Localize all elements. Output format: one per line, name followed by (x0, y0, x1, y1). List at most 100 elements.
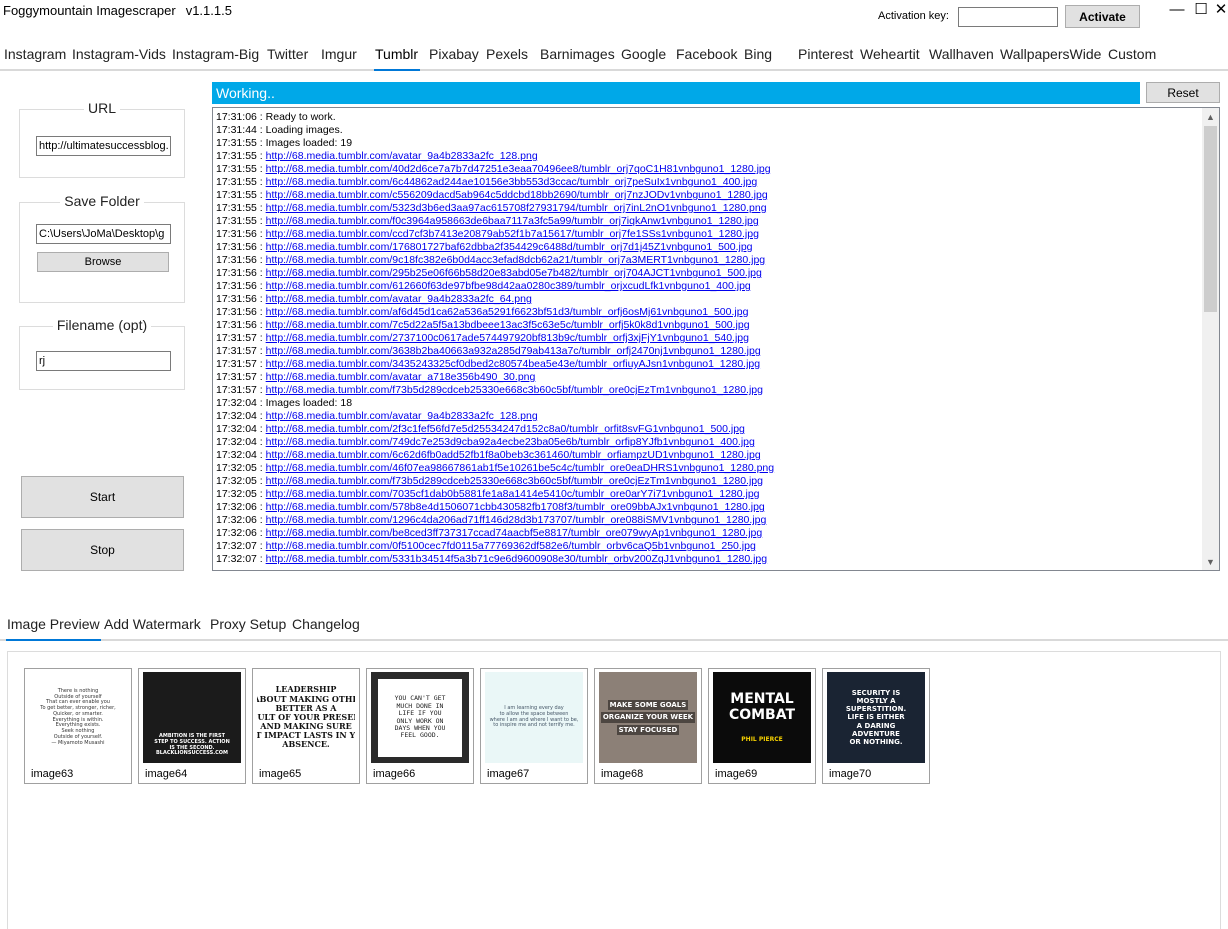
tab-changelog[interactable]: Changelog (292, 616, 360, 632)
log-separator: : (256, 436, 266, 448)
log-timestamp: 17:31:56 (216, 306, 257, 318)
reset-button[interactable]: Reset (1146, 82, 1220, 103)
bottom-tabs: Image Preview Add Watermark Proxy Setup … (0, 614, 1228, 640)
log-link[interactable]: http://68.media.tumblr.com/f73b5d289cdce… (266, 475, 763, 487)
log-timestamp: 17:31:56 (216, 319, 257, 331)
image-thumbnail[interactable]: SECURITY IS MOSTLY A SUPERSTITION. LIFE IS … (822, 668, 930, 784)
maximize-icon[interactable]: ☐ (1190, 0, 1212, 18)
activate-button[interactable]: Activate (1065, 5, 1140, 28)
stop-button[interactable]: Stop (21, 529, 184, 571)
log-link[interactable]: http://68.media.tumblr.com/af6d45d1ca62a… (266, 306, 749, 318)
log-link[interactable]: http://68.media.tumblr.com/5331b34514f5a… (266, 553, 767, 565)
log-link[interactable]: http://68.media.tumblr.com/avatar_9a4b28… (266, 150, 538, 162)
log-link[interactable]: http://68.media.tumblr.com/avatar_a718e3… (266, 371, 536, 383)
image-thumbnail[interactable]: There is nothing Outside of yourself That … (24, 668, 132, 784)
tab-instagram[interactable]: Instagram (4, 46, 66, 62)
log-link[interactable]: http://68.media.tumblr.com/9c18fc382e6b0… (266, 254, 765, 266)
close-icon[interactable]: ✕ (1210, 0, 1228, 18)
tab-instagram-big[interactable]: Instagram-Big (172, 46, 259, 62)
log-link[interactable]: http://68.media.tumblr.com/7c5d22a5f5a13… (266, 319, 750, 331)
tab-bing[interactable]: Bing (744, 46, 772, 62)
log-link[interactable]: http://68.media.tumblr.com/40d2d6ce7a7b7… (266, 163, 771, 175)
tab-twitter[interactable]: Twitter (267, 46, 308, 62)
log-link[interactable]: http://68.media.tumblr.com/5323d3b6ed3aa… (266, 202, 767, 214)
log-link[interactable]: http://68.media.tumblr.com/1296c4da206ad… (266, 514, 767, 526)
tab-imgur[interactable]: Imgur (321, 46, 357, 62)
log-link[interactable]: http://68.media.tumblr.com/ccd7cf3b7413e… (266, 228, 759, 240)
activation-key-label: Activation key: (878, 10, 949, 22)
filename-input[interactable]: rj (36, 351, 171, 371)
log-message: Images loaded: 19 (265, 137, 353, 149)
log-link[interactable]: http://68.media.tumblr.com/2f3c1fef56fd7… (266, 423, 745, 435)
image-thumbnail[interactable]: MAKE SOME GOALS ORGANIZE YOUR WEEK STAY FO… (594, 668, 702, 784)
tab-tumblr[interactable]: Tumblr (375, 46, 418, 62)
log-link[interactable]: http://68.media.tumblr.com/3435243325cf0… (266, 358, 760, 370)
log-link[interactable]: http://68.media.tumblr.com/6c44862ad244a… (266, 176, 758, 188)
log-scrollbar[interactable]: ▲ ▼ (1202, 108, 1219, 570)
log-link[interactable]: http://68.media.tumblr.com/f73b5d289cdce… (266, 384, 763, 396)
log-link[interactable]: http://68.media.tumblr.com/612660f63de97… (266, 280, 751, 292)
save-folder-input[interactable]: C:\Users\JoMa\Desktop\g (36, 224, 171, 244)
tab-image-preview[interactable]: Image Preview (7, 616, 100, 632)
tab-add-watermark[interactable]: Add Watermark (104, 616, 201, 632)
tab-weheartit[interactable]: Weheartit (860, 46, 920, 62)
log-timestamp: 17:32:07 (216, 540, 257, 552)
log-link[interactable]: http://68.media.tumblr.com/avatar_9a4b28… (266, 293, 532, 305)
log-link[interactable]: http://68.media.tumblr.com/be8ced3ff7373… (266, 527, 763, 539)
log-line: 17:31:57 : http://68.media.tumblr.com/27… (216, 332, 1201, 345)
tab-barnimages[interactable]: Barnimages (540, 46, 615, 62)
scroll-down-icon[interactable]: ▼ (1202, 553, 1219, 570)
browse-button[interactable]: Browse (37, 252, 169, 272)
log-link[interactable]: http://68.media.tumblr.com/c556209dacd5a… (266, 189, 768, 201)
start-button[interactable]: Start (21, 476, 184, 518)
tab-google[interactable]: Google (621, 46, 666, 62)
log-panel[interactable]: 17:31:06 : Ready to work. 17:31:44 : Load… (212, 107, 1220, 571)
thumbnail-text: MOSTLY A (856, 697, 896, 706)
image-thumbnail[interactable]: LEADERSHIPIS ABOUT MAKING OTHERSBETTER A… (252, 668, 360, 784)
scroll-thumb[interactable] (1204, 126, 1217, 312)
log-separator: : (256, 228, 266, 240)
tab-pinterest[interactable]: Pinterest (798, 46, 853, 62)
log-separator: : (256, 371, 266, 383)
tab-pixabay[interactable]: Pixabay (429, 46, 479, 62)
log-line: 17:31:55 : http://68.media.tumblr.com/av… (216, 150, 1201, 163)
log-link[interactable]: http://68.media.tumblr.com/176801727baf6… (266, 241, 753, 253)
image-thumbnail[interactable]: I am learning every day to allow the spac… (480, 668, 588, 784)
activation-key-input[interactable] (958, 7, 1058, 27)
log-link[interactable]: http://68.media.tumblr.com/46f07ea986678… (266, 462, 774, 474)
scroll-up-icon[interactable]: ▲ (1202, 108, 1219, 125)
log-timestamp: 17:31:55 (216, 202, 257, 214)
thumbnail-text: COMBAT (728, 707, 796, 724)
tab-wallhaven[interactable]: Wallhaven (929, 46, 994, 62)
tab-custom[interactable]: Custom (1108, 46, 1156, 62)
thumbnail-text: MENTAL (730, 690, 794, 707)
log-link[interactable]: http://68.media.tumblr.com/295b25e06f66b… (266, 267, 762, 279)
log-line: 17:32:05 : http://68.media.tumblr.com/46… (216, 462, 1201, 475)
log-separator: : (256, 553, 266, 565)
tab-pexels[interactable]: Pexels (486, 46, 528, 62)
log-link[interactable]: http://68.media.tumblr.com/578b8e4d15060… (266, 501, 765, 513)
url-input[interactable]: http://ultimatesuccessblog. (36, 136, 171, 156)
log-link[interactable]: http://68.media.tumblr.com/6c62d6fb0add5… (266, 449, 761, 461)
log-separator: : (256, 358, 266, 370)
image-thumbnail[interactable]: AMBITION IS THE FIRST STEP TO SUCCESS. AC… (138, 668, 246, 784)
log-link[interactable]: http://68.media.tumblr.com/avatar_9a4b28… (266, 410, 538, 422)
image-thumbnail[interactable]: MENTAL COMBAT PHIL PIERCE image69 (708, 668, 816, 784)
tab-proxy-setup[interactable]: Proxy Setup (210, 616, 286, 632)
minimize-icon[interactable]: — (1166, 0, 1188, 18)
log-separator: : (256, 488, 266, 500)
save-folder-title: Save Folder (60, 193, 144, 209)
tab-wallpaperswide[interactable]: WallpapersWide (1000, 46, 1101, 62)
log-link[interactable]: http://68.media.tumblr.com/0f5100cec7fd0… (266, 540, 756, 552)
log-link[interactable]: http://68.media.tumblr.com/3638b2ba40663… (266, 345, 761, 357)
tab-facebook[interactable]: Facebook (676, 46, 737, 62)
log-message: Loading images. (265, 124, 343, 136)
log-link[interactable]: http://68.media.tumblr.com/749dc7e253d9c… (266, 436, 755, 448)
log-line: 17:32:04 : http://68.media.tumblr.com/av… (216, 410, 1201, 423)
log-link[interactable]: http://68.media.tumblr.com/2737100c0617a… (266, 332, 749, 344)
log-link[interactable]: http://68.media.tumblr.com/7035cf1dab0b5… (266, 488, 760, 500)
log-link[interactable]: http://68.media.tumblr.com/f0c3964a95866… (266, 215, 759, 227)
image-thumbnail[interactable]: YOU CAN'T GET MUCH DONE IN LIFE IF YOU ONLY… (366, 668, 474, 784)
log-timestamp: 17:32:06 (216, 501, 257, 513)
tab-instagram-vids[interactable]: Instagram-Vids (72, 46, 166, 62)
